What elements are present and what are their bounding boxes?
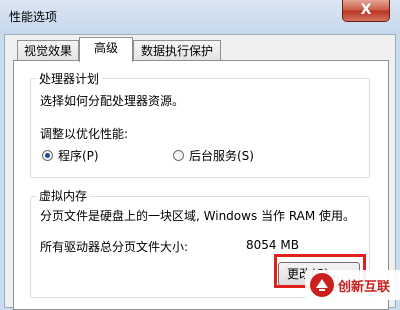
- watermark: 创新互联: [305, 270, 400, 300]
- tab-advanced[interactable]: 高级: [79, 37, 133, 62]
- tab-label: 数据执行保护: [140, 44, 213, 58]
- window-title: 性能选项: [9, 10, 58, 24]
- tab-data-execution-prevention[interactable]: 数据执行保护: [133, 40, 221, 61]
- watermark-logo-icon: [310, 273, 334, 297]
- tab-visual-effects[interactable]: 视觉效果: [17, 40, 79, 61]
- virtual-memory-description: 分页文件是硬盘上的一块区域, Windows 当作 RAM 使用。: [40, 209, 356, 223]
- close-button[interactable]: X: [342, 0, 390, 22]
- tab-label: 视觉效果: [23, 44, 72, 58]
- background-services-radio-label[interactable]: 后台服务(S): [189, 147, 254, 164]
- title-bar: 性能选项 X: [0, 0, 400, 34]
- programs-radio-label[interactable]: 程序(P): [58, 147, 99, 164]
- radio-selected-dot: [45, 153, 50, 158]
- watermark-text: 创新互联: [338, 280, 391, 295]
- tab-label: 高级: [93, 41, 118, 55]
- total-paging-file-value: 8054 MB: [246, 238, 299, 252]
- total-paging-file-label: 所有驱动器总分页文件大小:: [40, 240, 189, 254]
- processor-description: 选择如何分配处理器资源。: [40, 94, 185, 108]
- close-icon: X: [360, 2, 372, 18]
- virtual-memory-legend: 虚拟内存: [36, 187, 91, 204]
- programs-radio[interactable]: [42, 150, 53, 161]
- optimize-performance-label: 调整以优化性能:: [40, 127, 129, 141]
- processor-scheduling-legend: 处理器计划: [36, 70, 103, 87]
- background-services-radio[interactable]: [173, 150, 184, 161]
